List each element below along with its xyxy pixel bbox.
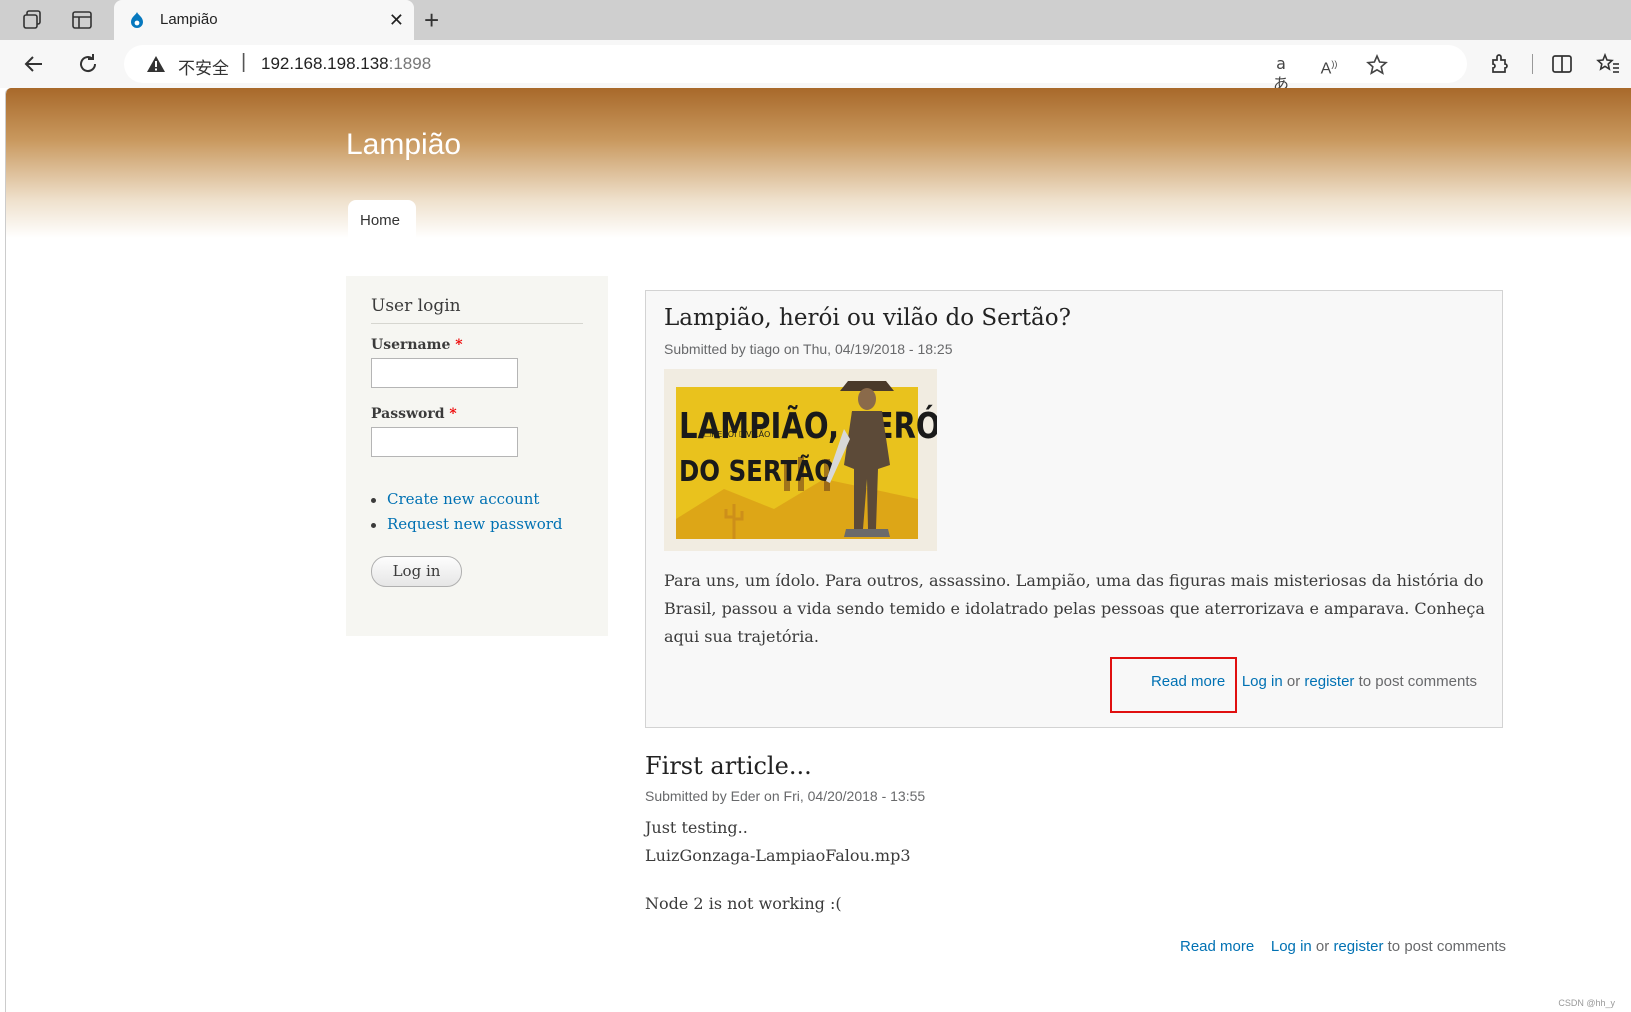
log-in-link[interactable]: Log in <box>1242 673 1283 690</box>
back-icon[interactable] <box>22 52 46 76</box>
article-title[interactable]: Lampião, herói ou vilão do Sertão? <box>664 305 1071 331</box>
create-account-link[interactable]: Create new account <box>387 490 539 508</box>
block-title: User login <box>371 296 461 316</box>
username-input[interactable] <box>371 358 518 388</box>
register-link[interactable]: register <box>1304 673 1354 690</box>
body-line: Just testing.. <box>645 818 748 837</box>
password-label-text: Password <box>371 406 445 422</box>
new-tab-icon[interactable]: + <box>424 6 439 34</box>
web-page: Lampião Home User login Username * Passw… <box>5 88 1631 1012</box>
register-link[interactable]: register <box>1333 938 1383 955</box>
body-line: Brasil, passou a vida sendo temido e ido… <box>664 599 1485 618</box>
password-input[interactable] <box>371 427 518 457</box>
watermark: CSDN @hh_y <box>1558 998 1615 1008</box>
tab-close-icon[interactable]: ✕ <box>389 9 404 31</box>
nav-home-tab[interactable]: Home <box>348 200 416 240</box>
login-links: Create new account Request new password <box>371 490 563 540</box>
drupal-favicon-icon <box>131 12 143 28</box>
favorite-star-icon[interactable] <box>1366 54 1388 76</box>
login-button[interactable]: Log in <box>371 556 462 587</box>
site-header <box>6 88 1631 238</box>
required-mark: * <box>449 406 457 422</box>
article-links: Read more Log in or register to post com… <box>1151 673 1477 690</box>
svg-text:DO SERTÃO: DO SERTÃO <box>679 454 835 488</box>
url-port: :1898 <box>388 54 432 73</box>
lampiao-poster-image: LAMPIÃO, HERÓI VILÃO DO SERTÃO ☐HERÓI ☐V… <box>664 369 937 551</box>
toolbar-separator <box>1532 54 1533 74</box>
username-label-text: Username <box>371 337 451 353</box>
block-divider <box>371 323 583 324</box>
body-line: Node 2 is not working :( <box>645 894 842 913</box>
username-label: Username * <box>371 337 463 353</box>
or-text: or <box>1286 673 1301 690</box>
password-label: Password * <box>371 406 457 422</box>
list-item: Request new password <box>371 515 563 540</box>
list-item: Create new account <box>371 490 563 515</box>
tab-title: Lampião <box>160 11 218 28</box>
refresh-icon[interactable] <box>76 52 100 76</box>
user-login-block: User login Username * Password * Create … <box>346 276 608 636</box>
split-screen-icon[interactable] <box>1550 52 1574 76</box>
article-image[interactable]: LAMPIÃO, HERÓI VILÃO DO SERTÃO ☐HERÓI ☐V… <box>664 369 937 551</box>
extensions-icon[interactable] <box>1488 52 1512 76</box>
workspaces-icon[interactable] <box>20 8 44 32</box>
log-in-link[interactable]: Log in <box>1271 938 1312 955</box>
request-password-link[interactable]: Request new password <box>387 515 563 533</box>
address-bar[interactable]: 不安全 | 192.168.198.138:1898 aあ A)) <box>124 45 1467 93</box>
or-text: or <box>1315 938 1330 955</box>
read-more-link[interactable]: Read more <box>1151 673 1225 690</box>
read-aloud-icon[interactable]: A)) <box>1318 54 1340 77</box>
nav-home-label: Home <box>360 212 401 229</box>
insecure-label[interactable]: 不安全 <box>178 54 229 79</box>
browser-toolbar: 不安全 | 192.168.198.138:1898 aあ A)) <box>0 40 1631 93</box>
favorites-icon[interactable] <box>1596 52 1620 76</box>
translate-icon[interactable]: aあ <box>1270 54 1292 93</box>
tab-actions-icon[interactable] <box>70 8 94 32</box>
browser-tab-bar: Lampião ✕ + <box>0 0 1631 40</box>
submitted-info: Submitted by tiago on Thu, 04/19/2018 - … <box>664 341 953 357</box>
article-teaser: Lampião, herói ou vilão do Sertão? Submi… <box>645 290 1503 728</box>
article-links: Read more Log in or register to post com… <box>1180 938 1506 955</box>
url-text[interactable]: 192.168.198.138:1898 <box>261 54 431 74</box>
body-line: LuizGonzaga-LampiaoFalou.mp3 <box>645 846 911 865</box>
url-host: 192.168.198.138 <box>261 54 389 73</box>
poster-title-text: LAMPIÃO, HERÓI VILÃO DO SERTÃO <box>679 404 937 447</box>
warning-icon[interactable] <box>146 55 166 73</box>
address-separator: | <box>241 51 247 73</box>
post-comments-text: to post comments <box>1387 938 1507 955</box>
site-name[interactable]: Lampião <box>346 128 461 162</box>
body-line: aqui sua trajetória. <box>664 627 819 646</box>
tab-lampiao[interactable]: Lampião ✕ <box>114 0 414 40</box>
required-mark: * <box>455 337 463 353</box>
read-more-link[interactable]: Read more <box>1180 938 1254 955</box>
article-title[interactable]: First article... <box>645 752 812 780</box>
svg-text:☐HERÓI ☐VILÃO: ☐HERÓI ☐VILÃO <box>704 428 770 439</box>
submitted-info: Submitted by Eder on Fri, 04/20/2018 - 1… <box>645 788 926 804</box>
article-body: Para uns, um ídolo. Para outros, assassi… <box>664 567 1485 651</box>
post-comments-text: to post comments <box>1358 673 1477 690</box>
article-body: Just testing.. LuizGonzaga-LampiaoFalou.… <box>645 814 911 918</box>
body-line: Para uns, um ídolo. Para outros, assassi… <box>664 571 1484 590</box>
